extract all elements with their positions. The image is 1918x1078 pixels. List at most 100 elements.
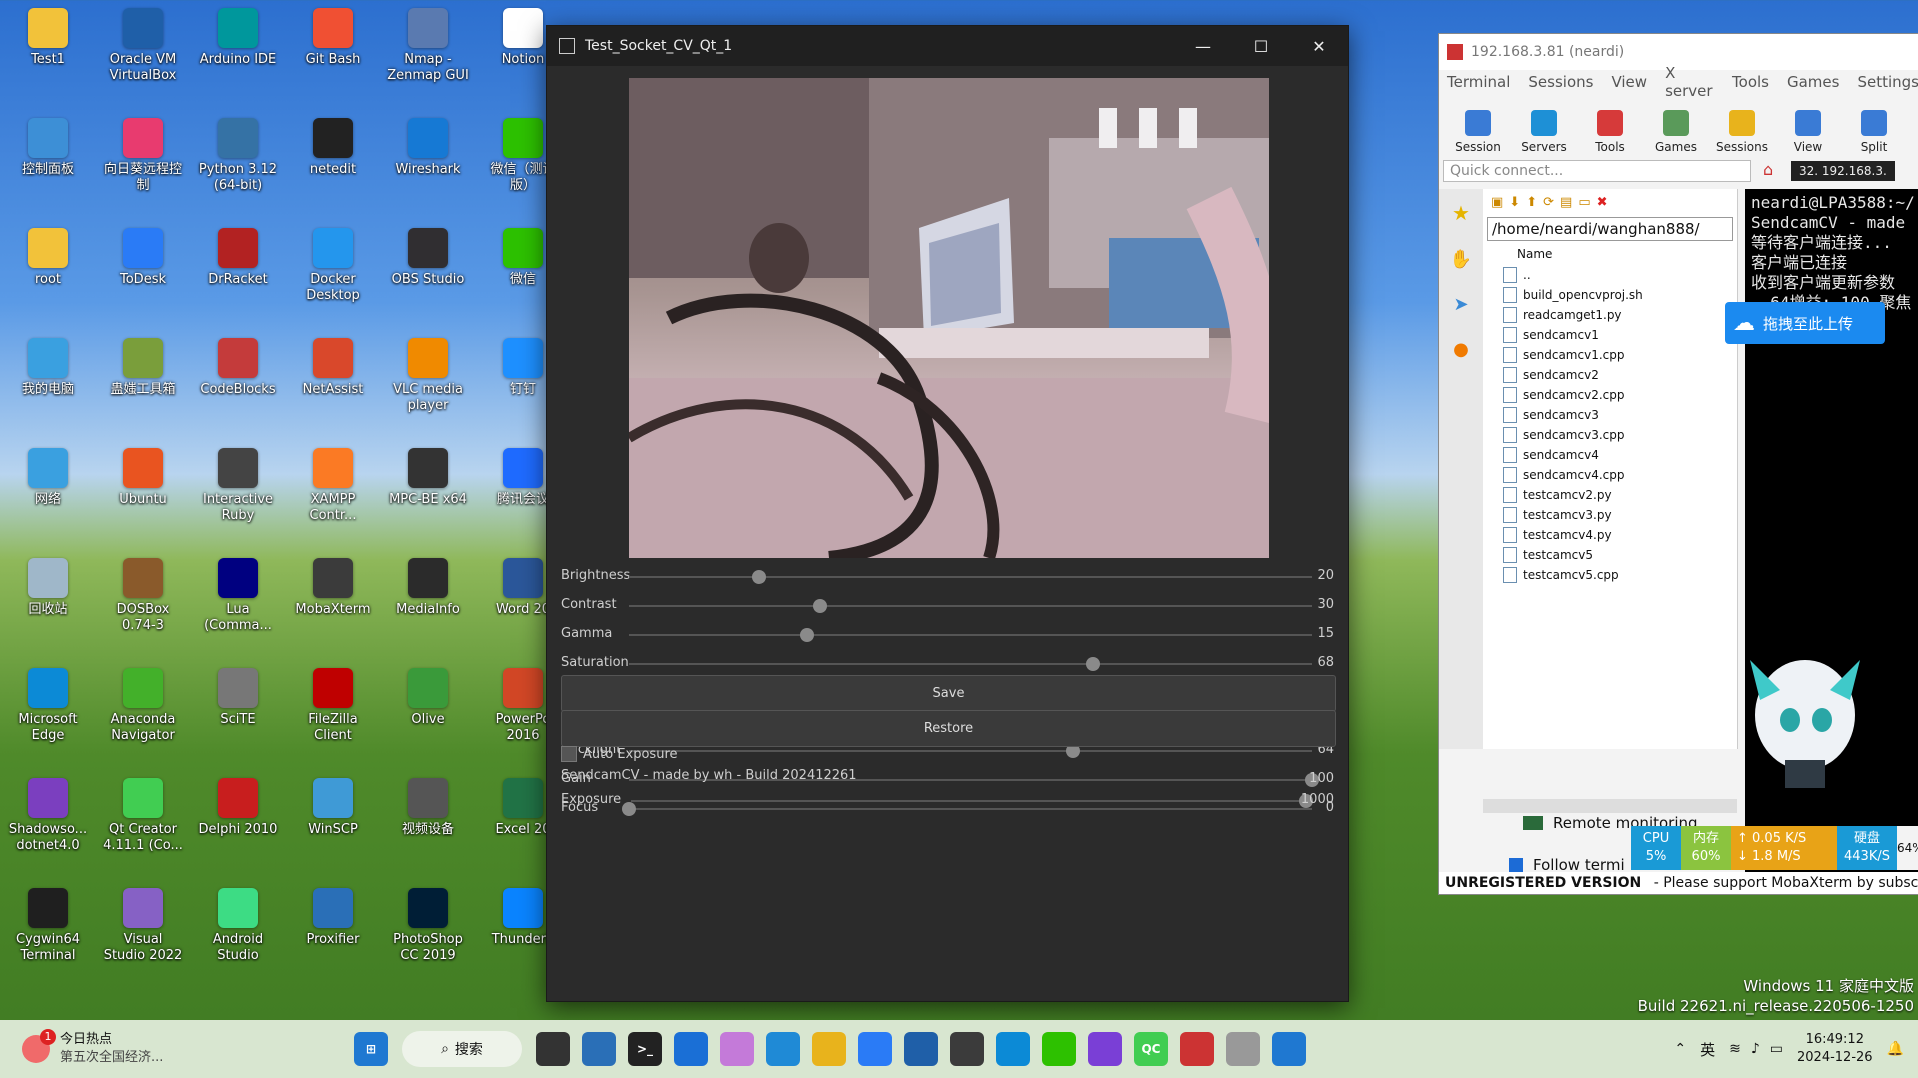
desktop-icon[interactable]: Git Bash bbox=[291, 2, 375, 68]
upload-drop-zone[interactable]: ☁ 拖拽至此上传 bbox=[1725, 302, 1885, 344]
new-file-icon[interactable]: ▭ bbox=[1578, 195, 1590, 210]
desktop-icon[interactable]: Interactive Ruby bbox=[196, 442, 280, 524]
slider-contrast[interactable]: Contrast 30 bbox=[561, 595, 1334, 617]
file-item[interactable]: sendcamcv3.cpp bbox=[1503, 425, 1737, 445]
qt-taskbar-icon[interactable]: QC bbox=[1134, 1032, 1168, 1066]
slider-track[interactable] bbox=[629, 744, 1312, 758]
menu-item[interactable]: Sessions bbox=[1528, 73, 1593, 91]
file-item[interactable]: sendcamcv2.cpp bbox=[1503, 385, 1737, 405]
start-button[interactable]: ⊞ bbox=[354, 1032, 388, 1066]
mobaxterm-taskbar-icon[interactable] bbox=[950, 1032, 984, 1066]
file-item[interactable]: testcamcv5 bbox=[1503, 545, 1737, 565]
slider-track[interactable] bbox=[629, 628, 1312, 642]
sftp-scrollbar[interactable] bbox=[1483, 799, 1737, 813]
window-titlebar[interactable]: Test_Socket_CV_Qt_1 — ☐ ✕ bbox=[547, 26, 1348, 66]
name-column-header[interactable]: Name bbox=[1483, 247, 1737, 261]
terminal-tab[interactable]: 32. 192.168.3. bbox=[1791, 161, 1895, 181]
folder-icon[interactable]: ▣ bbox=[1491, 195, 1503, 210]
tools-icon[interactable]: ✋ bbox=[1439, 249, 1483, 270]
desktop-icon[interactable]: MobaXterm bbox=[291, 552, 375, 618]
menu-item[interactable]: Tools bbox=[1732, 73, 1769, 91]
file-item[interactable]: build_opencvproj.sh bbox=[1503, 285, 1737, 305]
file-item[interactable]: readcamget1.py bbox=[1503, 305, 1737, 325]
paint-app-icon[interactable] bbox=[720, 1032, 754, 1066]
desktop-icon[interactable]: Visual Studio 2022 bbox=[101, 882, 185, 964]
sftp-path-input[interactable]: /home/neardi/wanghan888/ bbox=[1487, 217, 1733, 241]
desktop-icon[interactable]: Qt Creator 4.11.1 (Co... bbox=[101, 772, 185, 854]
desktop-icon[interactable]: DrRacket bbox=[196, 222, 280, 288]
desktop-icon[interactable]: 控制面板 bbox=[6, 112, 90, 178]
quick-connect-input[interactable]: Quick connect... bbox=[1443, 160, 1751, 182]
download-icon[interactable]: ⬇ bbox=[1509, 195, 1520, 210]
desktop-icon[interactable]: VLC media player bbox=[386, 332, 470, 414]
slider-knob[interactable] bbox=[799, 628, 814, 642]
toolbar-button[interactable]: Split bbox=[1841, 110, 1907, 154]
file-item[interactable]: testcamcv5.cpp bbox=[1503, 565, 1737, 585]
desktop-icon[interactable]: Delphi 2010 bbox=[196, 772, 280, 838]
toolbar-button[interactable]: Games bbox=[1643, 110, 1709, 154]
slider-track[interactable] bbox=[629, 570, 1312, 584]
notification-bell-icon[interactable]: 🔔 bbox=[1887, 1041, 1904, 1057]
desktop-icon[interactable]: 视频设备 bbox=[386, 772, 470, 838]
slider-track[interactable] bbox=[629, 599, 1312, 613]
desktop-icon[interactable]: Oracle VM VirtualBox bbox=[101, 2, 185, 84]
desktop-icon[interactable]: FileZilla Client bbox=[291, 662, 375, 744]
desktop-icon[interactable]: Proxifier bbox=[291, 882, 375, 948]
tool-taskbar-icon[interactable] bbox=[1226, 1032, 1260, 1066]
desktop-icon[interactable]: Ubuntu bbox=[101, 442, 185, 508]
toolbar-button[interactable]: Session bbox=[1445, 110, 1511, 154]
desktop-icon[interactable]: MPC-BE x64 bbox=[386, 442, 470, 508]
slider-knob[interactable] bbox=[751, 570, 766, 584]
desktop-icon[interactable]: Microsoft Edge bbox=[6, 662, 90, 744]
desktop-icon[interactable]: Android Studio bbox=[196, 882, 280, 964]
auto-exposure-checkbox[interactable] bbox=[561, 746, 577, 762]
slider-gamma[interactable]: Gamma 15 bbox=[561, 624, 1334, 646]
task-view-icon[interactable] bbox=[536, 1032, 570, 1066]
file-item[interactable]: sendcamcv4.cpp bbox=[1503, 465, 1737, 485]
file-item[interactable]: sendcamcv1 bbox=[1503, 325, 1737, 345]
desktop-icon[interactable]: Olive bbox=[386, 662, 470, 728]
desktop-icon[interactable]: Cygwin64 Terminal bbox=[6, 882, 90, 964]
menu-item[interactable]: X server bbox=[1665, 64, 1714, 100]
desktop-icon[interactable]: Shadowso... dotnet4.0 bbox=[6, 772, 90, 854]
home-tab-icon[interactable]: ⌂ bbox=[1763, 160, 1785, 182]
minimize-button[interactable]: — bbox=[1174, 26, 1232, 66]
close-button[interactable]: ✕ bbox=[1290, 26, 1348, 66]
desktop-icon[interactable]: Docker Desktop bbox=[291, 222, 375, 304]
restore-button[interactable]: Restore bbox=[561, 710, 1336, 747]
desktop-icon[interactable]: 网络 bbox=[6, 442, 90, 508]
active-app-taskbar-icon[interactable] bbox=[1272, 1032, 1306, 1066]
desktop-icon[interactable]: Arduino IDE bbox=[196, 2, 280, 68]
terminal-app-icon[interactable]: >_ bbox=[628, 1032, 662, 1066]
menu-item[interactable]: View bbox=[1611, 73, 1647, 91]
slider-saturation[interactable]: Saturation 68 bbox=[561, 653, 1334, 675]
follow-terminal-checkbox[interactable] bbox=[1509, 858, 1523, 872]
desktop-icon[interactable]: OBS Studio bbox=[386, 222, 470, 288]
desktop-icon[interactable]: Python 3.12 (64-bit) bbox=[196, 112, 280, 194]
desktop-icon[interactable]: Wireshark bbox=[386, 112, 470, 178]
edge-taskbar-icon[interactable] bbox=[996, 1032, 1030, 1066]
desktop-icon[interactable]: WinSCP bbox=[291, 772, 375, 838]
wechat-taskbar-icon[interactable] bbox=[1042, 1032, 1076, 1066]
toolbar-button[interactable]: Sessions bbox=[1709, 110, 1775, 154]
tray-chevron-icon[interactable]: ⌃ bbox=[1674, 1041, 1686, 1057]
clock[interactable]: 16:49:12 2024-12-26 bbox=[1797, 1031, 1873, 1067]
desktop-icon[interactable]: CodeBlocks bbox=[196, 332, 280, 398]
virtualbox-taskbar-icon[interactable] bbox=[904, 1032, 938, 1066]
desktop-icon[interactable]: 回收站 bbox=[6, 552, 90, 618]
news-widget[interactable]: 1 今日热点 第五次全国经济... bbox=[22, 1029, 322, 1067]
desktop-icon[interactable]: 蛊媸工具箱 bbox=[101, 332, 185, 398]
upload-icon[interactable]: ⬆ bbox=[1526, 195, 1537, 210]
input-language[interactable]: 英 bbox=[1700, 1039, 1715, 1060]
store-app-icon[interactable] bbox=[674, 1032, 708, 1066]
desktop-icon[interactable]: ToDesk bbox=[101, 222, 185, 288]
desktop-icon[interactable]: PhotoShop CC 2019 bbox=[386, 882, 470, 964]
menu-item[interactable]: Games bbox=[1787, 73, 1839, 91]
file-item[interactable]: sendcamcv4 bbox=[1503, 445, 1737, 465]
file-item[interactable]: testcamcv2.py bbox=[1503, 485, 1737, 505]
send-icon[interactable]: ➤ bbox=[1439, 294, 1483, 315]
desktop-icon[interactable]: DOSBox 0.74-3 bbox=[101, 552, 185, 634]
volume-icon[interactable]: ♪ bbox=[1751, 1041, 1760, 1057]
todesk-taskbar-icon[interactable] bbox=[858, 1032, 892, 1066]
file-item[interactable]: sendcamcv1.cpp bbox=[1503, 345, 1737, 365]
